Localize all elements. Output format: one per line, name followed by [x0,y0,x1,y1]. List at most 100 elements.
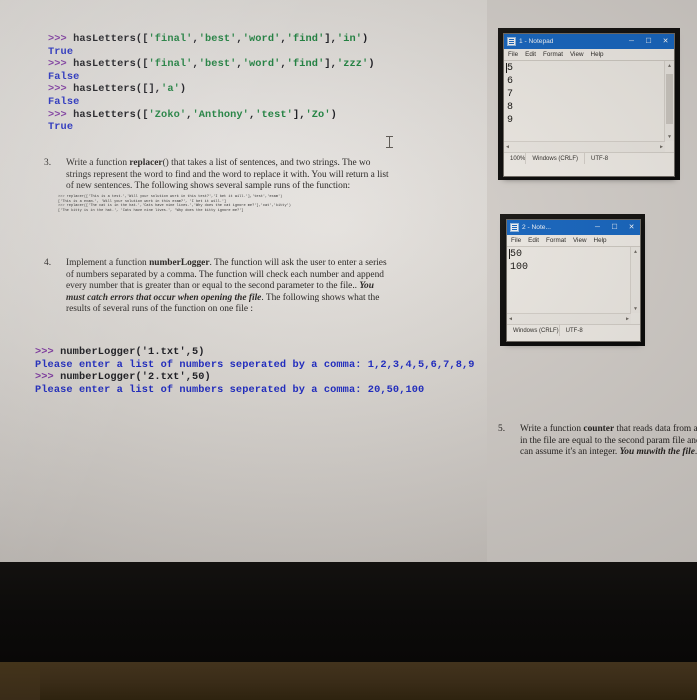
notepad1-text-area[interactable]: 5 6 7 8 9 ▲ ▼ ◀ ▶ [504,61,674,152]
notepad1-statusbar: 100% Windows (CRLF) UTF-8 [504,152,674,164]
call-close-bracket: ], [324,58,337,71]
call-open-bracket: ([ [135,58,149,71]
notepad1-line: 7 [507,89,514,100]
question-4: 4. Implement a function numberLogger. The… [44,258,393,316]
function-call-name: hasLetters [73,33,136,45]
question-5: 5. Write a function counter that reads da… [498,424,697,459]
question-4-number: 4. [44,258,52,268]
call-close-bracket: ], [324,33,337,45]
arg-string: 'best' [198,58,237,71]
notepad2-vertical-scrollbar[interactable]: ▲ ▼ [630,247,640,313]
arg-string: 'find' [286,33,325,45]
text-ibeam-cursor [386,136,393,149]
notepad1-horizontal-scrollbar[interactable]: ◀ ▶ [504,141,665,152]
arg-string: 'in' [336,33,363,45]
menu-item-view[interactable]: View [573,237,587,244]
question-3-function-name: replacer [129,158,163,168]
notepad1-title: 1 - Notepad [519,38,554,45]
notepad1-vertical-scrollbar[interactable]: ▲ ▼ [664,61,674,141]
notepad-window-2[interactable]: 2 - Note... ─ ☐ ✕ File Edit Format View … [506,219,641,342]
console-result: False [48,95,80,108]
function-call-args: ('2.txt',50) [135,371,211,384]
minimize-icon[interactable]: ─ [623,34,640,49]
arg-string: 'word' [242,33,281,45]
menu-item-help[interactable]: Help [591,51,604,58]
question-3: 3. Write a function replacer() that takes… [44,158,396,193]
idle-console-hasletters[interactable]: >>> hasLetters(['final','best','word','f… [48,33,375,134]
notepad2-line-ending: Windows (CRLF) [513,327,559,334]
notepad2-line: 50 [510,249,523,260]
function-call-name: hasLetters [73,108,136,121]
close-icon[interactable]: ✕ [657,34,674,49]
shell-prompt: >>> [48,83,74,96]
call-open-bracket: ([ [135,33,149,45]
notepad-app-icon [510,223,519,232]
menu-item-view[interactable]: View [570,51,584,58]
scroll-up-icon[interactable]: ▲ [665,61,674,70]
menu-item-file[interactable]: File [511,237,521,244]
call-end-paren: ) [179,83,187,96]
notepad2-text-area[interactable]: 50 100 ▲ ▼ ◀ ▶ [507,247,640,324]
arg-string: 'word' [242,58,281,71]
call-end-paren: ) [330,108,337,121]
notepad1-line: 9 [507,115,514,126]
scroll-left-icon[interactable]: ◀ [509,316,512,322]
idle-console-numberlogger[interactable]: >>> numberLogger('1.txt',5) Please enter… [35,346,475,396]
maximize-icon[interactable]: ☐ [606,220,623,235]
notepad1-line: 5 [507,63,514,74]
text-caret [509,249,510,259]
text-caret [506,63,507,73]
scrollbar-thumb[interactable] [666,74,673,124]
notepad2-title: 2 - Note... [522,224,551,231]
question-5-number: 5. [498,424,506,434]
notepad-window-1[interactable]: 1 - Notepad ─ ☐ ✕ File Edit Format View … [503,33,675,177]
shell-prompt: >>> [48,58,74,71]
menu-item-help[interactable]: Help [594,237,607,244]
scroll-up-icon[interactable]: ▲ [631,247,640,256]
arg-string: 'Zo' [305,108,331,121]
arg-string: 'Zoko' [148,108,187,121]
notepad1-menubar[interactable]: File Edit Format View Help [504,49,674,61]
notepad1-line-ending: Windows (CRLF) [525,153,584,164]
arg-string: 'zzz' [336,58,369,71]
minimize-icon[interactable]: ─ [589,220,606,235]
menu-item-edit[interactable]: Edit [525,51,536,58]
notepad2-titlebar[interactable]: 2 - Note... ─ ☐ ✕ [507,220,640,235]
notepad1-titlebar[interactable]: 1 - Notepad ─ ☐ ✕ [504,34,674,49]
arg-string: 'final' [148,58,193,71]
shell-prompt: >>> [35,346,61,358]
scroll-down-icon[interactable]: ▼ [631,304,640,313]
menu-item-edit[interactable]: Edit [528,237,539,244]
scroll-right-icon[interactable]: ▶ [660,144,663,150]
function-call-name: numberLogger [60,371,136,384]
function-call-name: hasLetters [73,83,136,96]
monitor-screen: >>> hasLetters(['final','best','word','f… [0,0,697,562]
notepad2-statusbar: Windows (CRLF) UTF-8 [507,324,640,336]
notepad1-zoom-level: 100% [510,155,526,162]
scroll-right-icon[interactable]: ▶ [626,316,629,322]
arg-string: 'test' [255,108,293,121]
arg-string: 'best' [198,33,237,45]
console-result: True [48,121,74,134]
menu-item-format[interactable]: Format [543,51,563,58]
close-icon[interactable]: ✕ [623,220,640,235]
shell-prompt: >>> [35,371,61,384]
question-5-emphasis-1: You mu [619,447,650,458]
question-5-text-part1: Write a function [520,424,584,434]
question-5-emphasis-2: with the file [649,447,695,458]
question-4-text-part1: Implement a function [66,258,150,268]
arg-string: 'find' [286,58,325,71]
menu-item-file[interactable]: File [508,51,518,58]
scroll-left-icon[interactable]: ◀ [506,144,509,150]
scroll-down-icon[interactable]: ▼ [665,132,674,141]
notepad1-line: 8 [507,102,514,113]
notepad2-encoding: UTF-8 [558,325,589,336]
notepad2-horizontal-scrollbar[interactable]: ◀ ▶ [507,313,631,324]
notepad2-menubar[interactable]: File Edit Format View Help [507,235,640,247]
console-result: True [48,45,74,58]
question-5-function-name: counter [583,424,615,434]
maximize-icon[interactable]: ☐ [640,34,657,49]
menu-item-format[interactable]: Format [546,237,566,244]
function-call-args: ('1.txt',5) [135,346,205,358]
call-end-paren: ) [362,33,369,45]
